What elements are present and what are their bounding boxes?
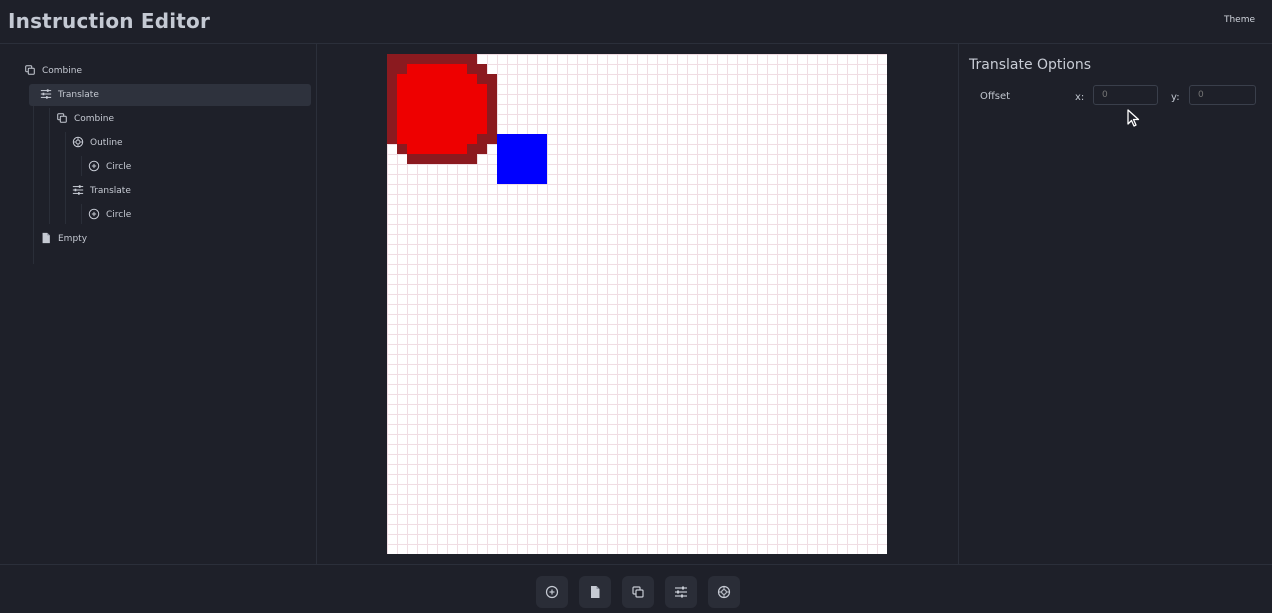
offset-y-input[interactable] (1189, 85, 1256, 105)
tree-item-label: Circle (106, 210, 132, 220)
tree-guide-line (65, 132, 66, 224)
outline-icon (717, 585, 731, 599)
options-title: Translate Options (969, 57, 1092, 73)
offset-x-input[interactable] (1093, 85, 1158, 105)
tree-item-circle[interactable]: Circle (88, 204, 131, 226)
tree-item-translate[interactable]: Translate (72, 180, 131, 202)
circle-plus-icon (545, 585, 559, 599)
toolbar (0, 564, 1272, 613)
offset-label: Offset (980, 91, 1011, 102)
canvas-area (317, 44, 957, 564)
file-icon (588, 585, 602, 599)
tree-item-label: Combine (74, 114, 115, 124)
tree-item-label: Translate (58, 90, 99, 100)
app-header: Instruction Editor Theme (0, 0, 1272, 44)
tree-item-empty[interactable]: Empty (40, 228, 87, 250)
add-outline-button[interactable] (708, 576, 740, 608)
add-combine-button[interactable] (622, 576, 654, 608)
add-circle-button[interactable] (536, 576, 568, 608)
tree-item-outline[interactable]: Outline (72, 132, 123, 154)
add-empty-button[interactable] (579, 576, 611, 608)
tree-guide-line (49, 108, 50, 224)
combine-icon (631, 585, 645, 599)
circle-plus-icon (88, 208, 106, 223)
options-panel: Translate Options Offset x: y: (958, 44, 1272, 564)
sliders-icon (40, 88, 58, 103)
mouse-cursor-icon (1127, 109, 1141, 131)
theme-button[interactable]: Theme (1224, 15, 1255, 25)
x-label: x: (1075, 92, 1085, 103)
tree-item-combine[interactable]: Combine (56, 108, 114, 130)
render-canvas[interactable] (387, 54, 887, 554)
tree-item-label: Outline (90, 138, 123, 148)
sliders-icon (72, 184, 90, 199)
circle-plus-icon (88, 160, 106, 175)
tree-item-label: Circle (106, 162, 132, 172)
y-label: y: (1171, 92, 1180, 103)
tree-guide-line (81, 204, 82, 224)
file-icon (40, 232, 58, 247)
instruction-tree: Combine Translate Combine Outline Circle Tran… (0, 44, 317, 564)
tree-guide-line (33, 84, 34, 264)
tree-guide-line (81, 156, 82, 176)
tree-item-translate[interactable]: Translate (29, 84, 311, 106)
tree-item-label: Combine (42, 66, 83, 76)
add-translate-button[interactable] (665, 576, 697, 608)
circle-shape (397, 64, 487, 154)
translated-circle-shape (497, 134, 547, 184)
combine-icon (24, 64, 42, 79)
combine-icon (56, 112, 74, 127)
sliders-icon (674, 585, 688, 599)
tree-item-label: Empty (58, 234, 88, 244)
outline-icon (72, 136, 90, 151)
app-title: Instruction Editor (8, 9, 211, 33)
tree-item-combine[interactable]: Combine (24, 60, 82, 82)
tree-item-label: Translate (90, 186, 131, 196)
tree-item-circle[interactable]: Circle (88, 156, 131, 178)
canvas-shapes (387, 54, 547, 184)
